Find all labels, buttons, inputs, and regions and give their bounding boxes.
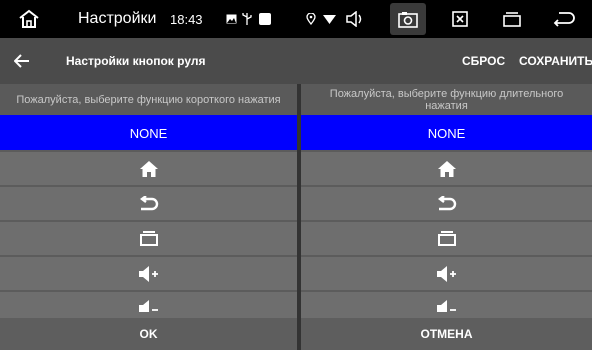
action-bar: Настройки кнопок руля СБРОС СОХРАНИТЬ	[0, 38, 592, 84]
short-press-option-none-label: NONE	[129, 126, 168, 141]
volume-down-icon	[138, 300, 158, 312]
long-press-option-none[interactable]: NONE	[301, 115, 592, 150]
short-press-header: Пожалуйста, выберите функцию короткого н…	[0, 84, 297, 115]
short-press-option-back[interactable]	[0, 185, 297, 220]
gallery-icon	[224, 0, 238, 38]
back-button[interactable]	[14, 38, 44, 84]
arrow-left-icon	[14, 54, 29, 68]
ok-button[interactable]: OK	[0, 318, 297, 350]
long-press-column: Пожалуйста, выберите функцию длительного…	[301, 84, 592, 318]
recent-apps-icon[interactable]	[500, 0, 524, 38]
home-icon	[139, 160, 158, 177]
long-press-option-home[interactable]	[301, 150, 592, 185]
short-press-option-none[interactable]: NONE	[0, 115, 297, 150]
volume-down-icon	[436, 300, 456, 312]
home-outline-icon[interactable]	[14, 0, 44, 38]
wifi-icon	[322, 0, 336, 38]
usb-icon	[240, 0, 254, 38]
cancel-button[interactable]: ОТМЕНА	[301, 318, 592, 350]
long-press-option-volume-down[interactable]	[301, 290, 592, 318]
long-press-header: Пожалуйста, выберите функцию длительного…	[301, 84, 592, 115]
short-press-option-home[interactable]	[0, 150, 297, 185]
save-button[interactable]: СОХРАНИТЬ	[519, 38, 592, 84]
reset-button[interactable]: СБРОС	[462, 38, 505, 84]
short-press-column: Пожалуйста, выберите функцию короткого н…	[0, 84, 297, 318]
short-press-option-volume-up[interactable]	[0, 255, 297, 290]
status-time: 18:43	[170, 11, 203, 27]
page-title: Настройки кнопок руля	[66, 54, 206, 68]
long-press-option-recent[interactable]	[301, 220, 592, 255]
camera-icon[interactable]	[390, 3, 426, 35]
home-icon	[437, 160, 456, 177]
location-icon	[304, 0, 318, 38]
long-press-option-back[interactable]	[301, 185, 592, 220]
short-press-option-volume-down[interactable]	[0, 290, 297, 318]
short-press-option-recent[interactable]	[0, 220, 297, 255]
recent-apps-icon	[139, 231, 158, 246]
back-icon	[139, 195, 158, 210]
long-press-option-volume-up[interactable]	[301, 255, 592, 290]
recent-apps-icon	[437, 231, 456, 246]
back-icon	[437, 195, 456, 210]
long-press-option-none-label: NONE	[427, 126, 466, 141]
close-box-icon[interactable]	[448, 0, 472, 38]
status-title: Настройки	[78, 10, 157, 27]
volume-up-icon	[436, 265, 456, 282]
screen: Настройки 18:43 Настройки кнопок руля СБ…	[0, 0, 592, 350]
volume-icon[interactable]	[344, 0, 366, 38]
status-bar: Настройки 18:43	[0, 0, 592, 38]
back-arrow-icon[interactable]	[550, 0, 578, 38]
volume-up-icon	[138, 265, 158, 282]
square-icon	[258, 0, 272, 38]
